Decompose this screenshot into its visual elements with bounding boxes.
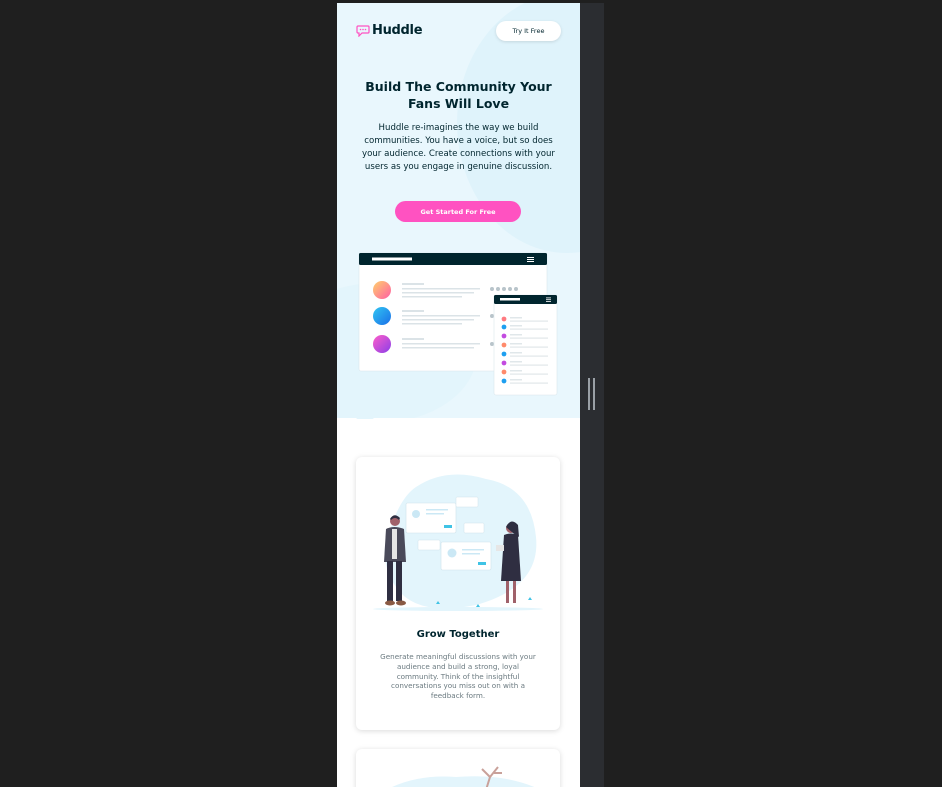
hero-mockup-illustration — [358, 252, 558, 396]
feature-illustration — [392, 766, 535, 787]
hero-curve-decoration — [356, 412, 374, 419]
resize-handle-icon[interactable] — [588, 378, 596, 410]
page-viewport: Huddle Try It Free Build The Community Y… — [337, 3, 580, 787]
hero-section: Huddle Try It Free Build The Community Y… — [337, 3, 580, 418]
grow-together-illustration — [373, 474, 543, 611]
feature-description: Generate meaningful discussions with you… — [380, 652, 536, 701]
browser-stage: Huddle Try It Free Build The Community Y… — [0, 0, 942, 787]
hamburger-menu-icon — [527, 257, 534, 262]
feature-card: Grow Together Generate meaningful discus… — [356, 457, 560, 730]
feature-card — [356, 749, 560, 787]
feature-title: Grow Together — [416, 629, 500, 640]
